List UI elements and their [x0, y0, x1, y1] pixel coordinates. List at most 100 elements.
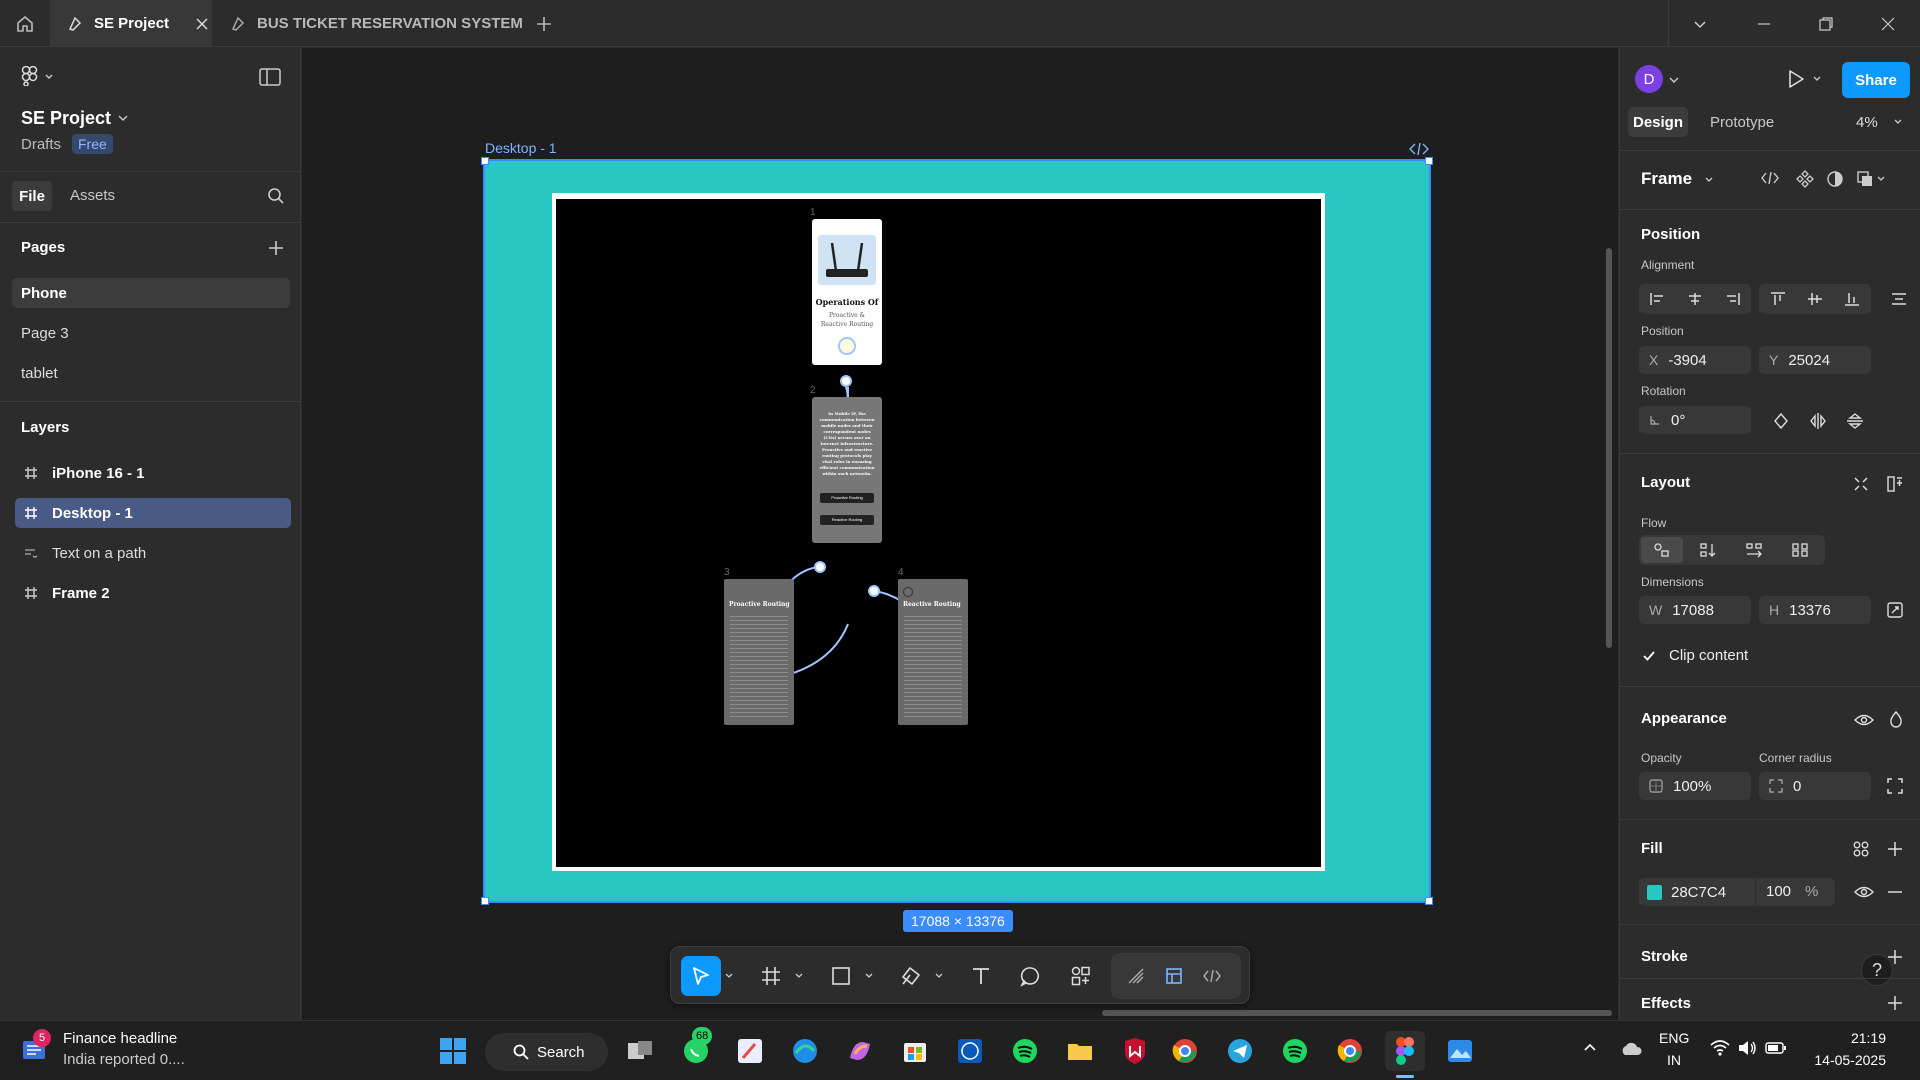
- layer-iphone-16-1[interactable]: iPhone 16 - 1: [15, 458, 291, 488]
- rectangle-tool[interactable]: [821, 956, 861, 996]
- new-tab-button[interactable]: [533, 13, 555, 35]
- eye-icon[interactable]: [1854, 712, 1874, 728]
- rotation-field[interactable]: 0°: [1639, 406, 1751, 434]
- resize-handle[interactable]: [1425, 157, 1433, 165]
- styles-icon[interactable]: [1852, 840, 1870, 858]
- horizontal-scrollbar[interactable]: [1102, 1010, 1612, 1016]
- page-item-page-3[interactable]: Page 3: [12, 318, 290, 348]
- opacity-field[interactable]: 100%: [1639, 772, 1751, 800]
- align-center-h-icon[interactable]: [1686, 291, 1704, 307]
- boolean-button[interactable]: [1856, 170, 1886, 188]
- eye-icon[interactable]: [1854, 884, 1874, 900]
- project-name[interactable]: SE Project: [21, 108, 111, 129]
- checkbox-checked-icon[interactable]: [1641, 648, 1657, 664]
- layout-guide-icon[interactable]: [1886, 475, 1904, 493]
- frame-type-label[interactable]: Frame: [1641, 169, 1692, 189]
- news-title[interactable]: Finance headline: [63, 1030, 177, 1047]
- tab-se-project[interactable]: SE Project: [50, 0, 212, 47]
- add-page-button[interactable]: [267, 239, 285, 257]
- figma-app-active[interactable]: [1385, 1031, 1425, 1071]
- flip-vertical-icon[interactable]: [1846, 412, 1864, 430]
- move-tool-menu[interactable]: [721, 956, 737, 996]
- spotify-app[interactable]: [1005, 1031, 1045, 1071]
- design-mode-button[interactable]: [1154, 956, 1194, 996]
- align-right-icon[interactable]: [1723, 291, 1741, 307]
- tab-assets[interactable]: Assets: [70, 187, 115, 204]
- vertical-flow-icon[interactable]: [1699, 542, 1717, 558]
- text-tool[interactable]: [961, 956, 1001, 996]
- battery-status[interactable]: [1765, 1040, 1787, 1056]
- mask-button[interactable]: [1826, 170, 1844, 188]
- close-icon[interactable]: [195, 17, 209, 31]
- wifi-status[interactable]: [1710, 1039, 1730, 1057]
- resize-handle[interactable]: [1425, 897, 1433, 905]
- tab-prototype[interactable]: Prototype: [1710, 114, 1774, 131]
- file-explorer-app[interactable]: [1060, 1031, 1100, 1071]
- present-button[interactable]: [1786, 68, 1806, 90]
- align-middle-icon[interactable]: [1806, 291, 1824, 307]
- tab-design[interactable]: Design: [1628, 107, 1688, 137]
- shape-tool-menu[interactable]: [861, 956, 877, 996]
- frame-label[interactable]: Desktop - 1: [485, 140, 557, 156]
- comment-tool[interactable]: [1011, 956, 1051, 996]
- frame-tool-menu[interactable]: [791, 956, 807, 996]
- resize-handle[interactable]: [481, 897, 489, 905]
- account-menu-chevron[interactable]: [1668, 74, 1680, 86]
- resize-to-fit-icon[interactable]: [1886, 601, 1904, 619]
- dell-app[interactable]: [950, 1031, 990, 1071]
- dev-mode-icon[interactable]: [1409, 142, 1429, 156]
- collapse-icon[interactable]: [1852, 475, 1870, 493]
- flip-horizontal-icon[interactable]: [1809, 412, 1827, 430]
- toggle-sidebar-button[interactable]: [259, 68, 281, 86]
- y-position-field[interactable]: Y 25024: [1759, 346, 1871, 374]
- volume-status[interactable]: [1737, 1039, 1757, 1057]
- draw-mode-button[interactable]: [1116, 956, 1156, 996]
- card-operations[interactable]: Operations Of Proactive & Reactive Routi…: [812, 219, 882, 365]
- reactive-routing-button[interactable]: Reactive Routing: [820, 515, 874, 525]
- language-top[interactable]: ENG: [1659, 1030, 1689, 1046]
- show-hidden-icons-button[interactable]: [1582, 1039, 1598, 1055]
- chrome-app-2[interactable]: [1330, 1031, 1370, 1071]
- news-subtitle[interactable]: India reported 0....: [63, 1051, 185, 1068]
- card-reactive[interactable]: Reactive Routing: [898, 579, 968, 725]
- corner-radius-field[interactable]: 0: [1759, 772, 1871, 800]
- align-bottom-icon[interactable]: [1843, 291, 1861, 307]
- chrome-app[interactable]: [1165, 1031, 1205, 1071]
- align-left-icon[interactable]: [1649, 291, 1667, 307]
- distribute-icon[interactable]: [1890, 291, 1908, 307]
- card-intro[interactable]: In Mobile IP, the communication between …: [812, 397, 882, 543]
- blend-mode-icon[interactable]: [1888, 710, 1904, 728]
- help-button[interactable]: ?: [1861, 954, 1893, 986]
- search-box[interactable]: Search: [485, 1033, 608, 1071]
- task-view-button[interactable]: [620, 1031, 660, 1071]
- zoom-level[interactable]: 4%: [1856, 114, 1878, 131]
- height-field[interactable]: H 13376: [1759, 596, 1871, 624]
- avatar[interactable]: D: [1635, 65, 1663, 93]
- independent-corners-icon[interactable]: [1886, 777, 1904, 795]
- resize-handle[interactable]: [481, 157, 489, 165]
- fill-swatch[interactable]: [1647, 885, 1662, 900]
- frame-tool[interactable]: [751, 956, 791, 996]
- minus-icon[interactable]: [1886, 884, 1904, 900]
- tab-bus-ticket[interactable]: BUS TICKET RESERVATION SYSTEM: [213, 0, 533, 47]
- minimize-button[interactable]: [1733, 0, 1795, 47]
- pen-tool[interactable]: [891, 956, 931, 996]
- drafts-label[interactable]: Drafts: [21, 136, 61, 153]
- dev-mode-button[interactable]: [1192, 956, 1232, 996]
- tab-file[interactable]: File: [12, 181, 52, 211]
- plus-icon[interactable]: [1886, 840, 1904, 858]
- layer-desktop-1[interactable]: Desktop - 1: [15, 498, 291, 528]
- search-button[interactable]: [267, 187, 285, 205]
- mcafee-app[interactable]: [1115, 1031, 1155, 1071]
- actions-tool[interactable]: [1061, 956, 1101, 996]
- x-position-field[interactable]: X -3904: [1639, 346, 1751, 374]
- copilot-app[interactable]: [840, 1031, 880, 1071]
- close-window-button[interactable]: [1857, 0, 1919, 47]
- move-tool[interactable]: [681, 956, 721, 996]
- clip-content-label[interactable]: Clip content: [1669, 647, 1748, 664]
- store-app[interactable]: [895, 1031, 935, 1071]
- grid-flow-icon[interactable]: [1791, 542, 1809, 558]
- desktop-1-frame[interactable]: 1 Operations Of Proactive & Reactive Rou…: [481, 157, 1433, 905]
- present-menu-chevron[interactable]: [1812, 74, 1822, 84]
- page-item-tablet[interactable]: tablet: [12, 358, 290, 388]
